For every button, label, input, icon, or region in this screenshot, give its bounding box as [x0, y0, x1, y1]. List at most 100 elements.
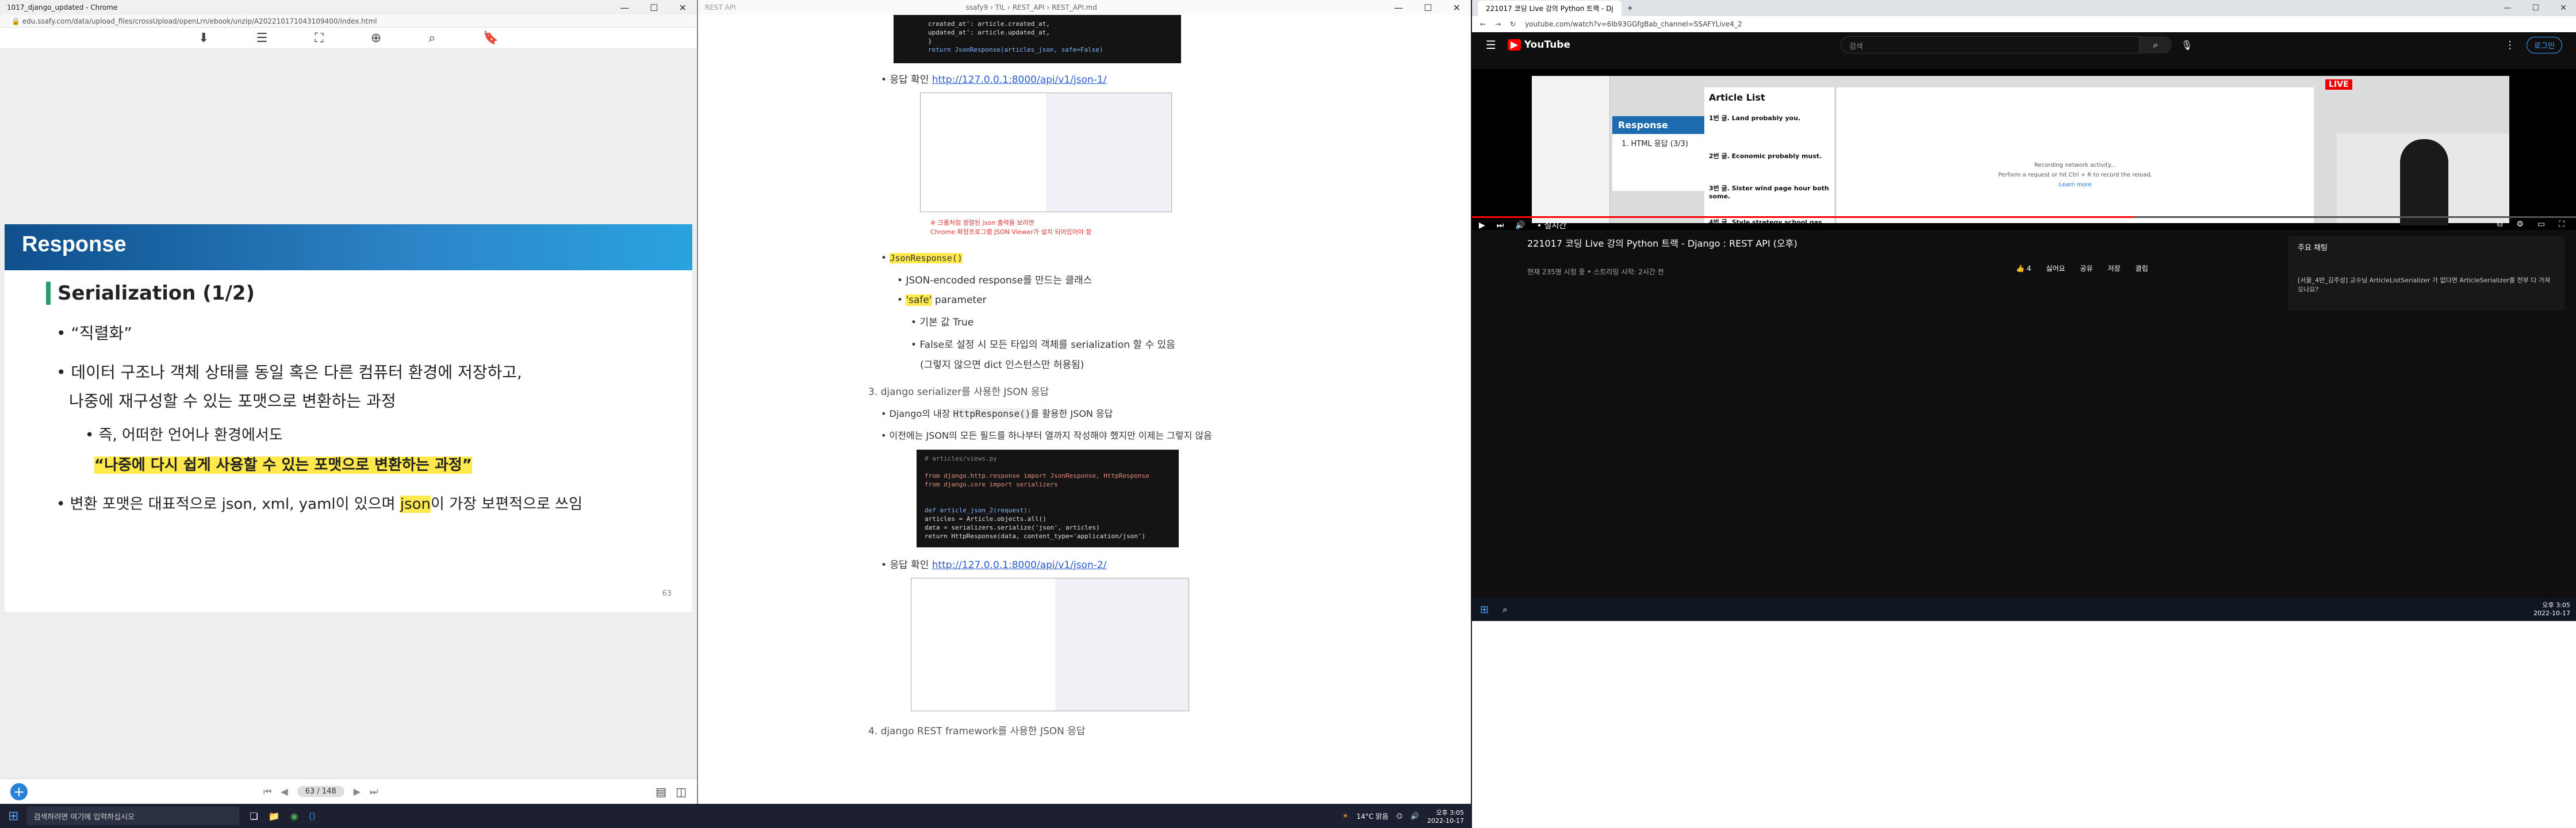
left-address-bar[interactable]: 🔒 edu.ssafy.com/data/upload_files/crossU…: [0, 15, 697, 28]
safe-label: 'safe': [906, 294, 932, 306]
save-button[interactable]: 저장: [2108, 263, 2121, 273]
page-indicator[interactable]: 63 / 148: [297, 786, 344, 797]
mid-window-title: ssafy9 › TIL › REST_API › REST_API.md: [965, 3, 1097, 12]
live-label[interactable]: • 실시간: [1537, 220, 1566, 231]
network-icon[interactable]: ⌬: [1397, 812, 1402, 820]
mid-tab[interactable]: REST API: [705, 3, 736, 12]
chrome-icon[interactable]: ◉: [290, 811, 298, 822]
progress-bar[interactable]: [1472, 216, 2576, 218]
slide-heading: Serialization (1/2): [57, 282, 255, 305]
markdown-editor-window: REST API ssafy9 › TIL › REST_API › REST_…: [697, 0, 1471, 804]
right-start-icon[interactable]: ⊞: [1480, 604, 1489, 616]
dislike-button[interactable]: 싫어요: [2046, 263, 2065, 273]
search-icon[interactable]: ⌕: [428, 31, 435, 45]
share-button[interactable]: 공유: [2080, 263, 2093, 273]
volume-icon[interactable]: 🔊: [1515, 221, 1525, 230]
first-page-icon[interactable]: ⏮: [263, 786, 271, 798]
left-title-bar: 1017_django_updated - Chrome — ☐ ✕: [0, 0, 697, 15]
yt-tab[interactable]: 221017 코딩 Live 강의 Python 트랙 - Dj: [1478, 0, 1621, 16]
inner-ppt: [1532, 76, 1610, 223]
two-page-icon[interactable]: ◫: [676, 785, 687, 799]
download-icon[interactable]: ⬇: [198, 31, 209, 45]
like-button[interactable]: 👍 4: [2016, 264, 2031, 273]
slide-section-title: Response: [22, 232, 126, 256]
maximize-icon[interactable]: ☐: [650, 2, 658, 13]
section-4-heading: 4. django REST framework를 사용한 JSON 응답: [868, 726, 1086, 737]
mid-maximize-icon[interactable]: ☐: [1424, 2, 1432, 13]
video-player[interactable]: Response 1. HTML 응답 (3/3) Article List 1…: [1472, 69, 2576, 231]
inner-net-hint: Perform a request or hit Ctrl + R to rec…: [1998, 172, 2152, 178]
explorer-icon[interactable]: 📁: [269, 811, 280, 822]
safe-param: parameter: [934, 294, 987, 306]
task-view-icon[interactable]: ❏: [250, 811, 258, 822]
code2-line-7: def article_json_2(request):: [925, 507, 1032, 514]
inner-learn-more[interactable]: Learn more: [1837, 182, 2314, 188]
login-button[interactable]: 로그인: [2527, 36, 2562, 53]
video-info: 221017 코딩 Live 강의 Python 트랙 - Django : R…: [1527, 236, 2275, 277]
confirm-2: 응답 확인: [890, 559, 929, 571]
bookmark-icon[interactable]: 🔖: [482, 31, 498, 45]
bullet-3-quote: “나중에 다시 쉽게 사용할 수 있는 포맷으로 변환하는 과정”: [94, 457, 472, 474]
clip-button[interactable]: 클립: [2136, 263, 2148, 273]
speaker-icon[interactable]: 🔊: [1410, 812, 1419, 820]
yt-url[interactable]: youtube.com/watch?v=6Ib93GGfgBab_channel…: [1525, 20, 1742, 28]
subtitles-icon[interactable]: ⧉: [2497, 220, 2502, 229]
yt-search-box[interactable]: 검색: [1841, 36, 2140, 53]
code-block-2: # articles/views.py from django.http.res…: [917, 450, 1179, 547]
settings-icon[interactable]: ⚙: [2516, 220, 2524, 229]
list-icon[interactable]: ☰: [256, 31, 268, 45]
play-icon[interactable]: ▶: [1479, 221, 1485, 230]
close-icon[interactable]: ✕: [679, 2, 687, 13]
right-search-icon[interactable]: ⌕: [1502, 604, 1508, 615]
yt-close-icon[interactable]: ✕: [2560, 3, 2567, 13]
chat-header[interactable]: 주요 채팅: [2298, 241, 2555, 252]
right-time: 오후 3:05: [2542, 601, 2570, 609]
weather-text[interactable]: 14°C 맑음: [1356, 811, 1389, 821]
zoom-icon[interactable]: ⊕: [371, 31, 381, 45]
mic-icon[interactable]: 🎙: [2181, 40, 2192, 51]
more-icon[interactable]: ⋮: [2505, 39, 2515, 51]
inner-article-list: Article List: [1709, 92, 1765, 103]
prev-page-icon[interactable]: ◀: [281, 786, 288, 797]
new-tab-icon[interactable]: +: [1627, 4, 1633, 12]
video-frame: Response 1. HTML 응답 (3/3) Article List 1…: [1532, 76, 2509, 225]
fullscreen-icon[interactable]: ⛶: [315, 31, 323, 45]
taskbar-search[interactable]: 검색하려면 여기에 입력하십시오: [26, 807, 240, 825]
menu-icon[interactable]: ☰: [1486, 38, 1496, 52]
yt-tab-strip: 221017 코딩 Live 강의 Python 트랙 - Dj + — ☐ ✕: [1472, 0, 2576, 16]
d1c: HttpResponse(): [953, 408, 1031, 419]
inner-a3: 3번 글. Sister wind page hour both some.: [1709, 185, 1829, 200]
next-page-icon[interactable]: ▶: [354, 786, 361, 797]
minimize-icon[interactable]: —: [620, 2, 629, 13]
left-window-title: 1017_django_updated - Chrome: [7, 3, 118, 12]
url-1-link[interactable]: http://127.0.0.1:8000/api/v1/json-1/: [932, 74, 1107, 86]
vscode-icon[interactable]: ⟨⟩: [309, 811, 316, 822]
url-2-link[interactable]: http://127.0.0.1:8000/api/v1/json-2/: [932, 559, 1107, 571]
yt-maximize-icon[interactable]: ☐: [2532, 3, 2540, 13]
grid-view-icon[interactable]: ▤: [656, 785, 666, 799]
clock[interactable]: 오후 3:05 2022-10-17: [1427, 808, 1464, 825]
mid-minimize-icon[interactable]: —: [1394, 2, 1403, 13]
reload-icon[interactable]: ↻: [1510, 20, 1516, 28]
d2: 이전에는 JSON의 모든 필드를 하나부터 열까지 작성해야 했지만 이제는 …: [889, 430, 1212, 441]
forward-icon[interactable]: →: [1495, 20, 1501, 28]
add-icon[interactable]: +: [10, 783, 28, 800]
bullet-2a: 데이터 구조나 객체 상태를 동일 혹은 다른 컴퓨터 환경에 저장하고,: [71, 363, 522, 382]
video-actions: 👍 4 싫어요 공유 저장 클립: [2016, 263, 2148, 273]
jsonresponse-label: JsonResponse(): [890, 253, 963, 263]
yt-minimize-icon[interactable]: —: [2504, 3, 2512, 13]
mid-close-icon[interactable]: ✕: [1453, 2, 1460, 13]
start-icon[interactable]: ⊞: [8, 809, 18, 823]
fullscreen-player-icon[interactable]: ⛶: [2559, 220, 2564, 229]
confirm-1: 응답 확인: [890, 74, 929, 86]
yt-search-icon[interactable]: ⌕: [2140, 36, 2172, 53]
inner-net-recording: Recording network activity...: [2034, 162, 2116, 168]
miniplayer-icon[interactable]: ▭: [2537, 220, 2545, 229]
next-icon[interactable]: ⏭: [1497, 221, 1504, 230]
yt-address-bar[interactable]: ← → ↻ youtube.com/watch?v=6Ib93GGfgBab_cha…: [1472, 16, 2576, 32]
screenshot-json-2: [911, 578, 1189, 711]
back-icon[interactable]: ←: [1480, 20, 1486, 28]
last-page-icon[interactable]: ⏭: [370, 786, 378, 798]
code1-line-2: updated_at': article.updated_at,: [928, 29, 1050, 36]
youtube-logo[interactable]: ▶ YouTube: [1507, 39, 1570, 51]
